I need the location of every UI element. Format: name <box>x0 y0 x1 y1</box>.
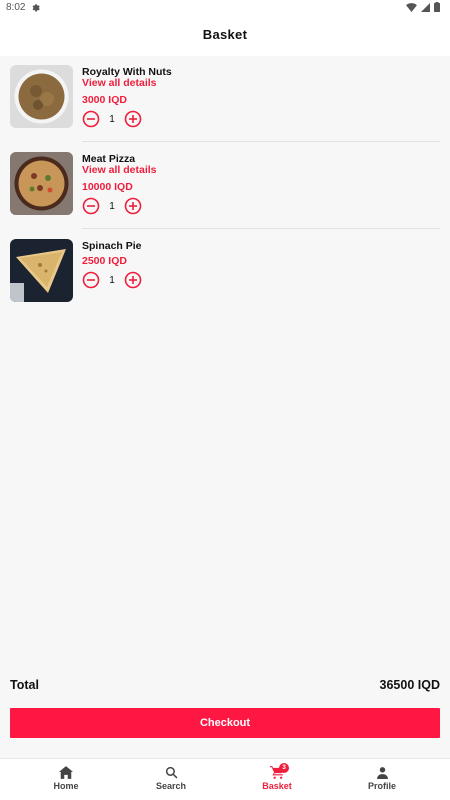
total-row: Total 36500 IQD <box>10 678 440 694</box>
basket-item: Royalty With Nuts View all details 3000 … <box>10 65 440 152</box>
total-label: Total <box>10 678 39 692</box>
search-icon <box>141 766 201 779</box>
quantity-stepper: 1 <box>82 197 142 215</box>
quantity-value: 1 <box>109 113 115 125</box>
divider <box>82 228 440 229</box>
nav-item-home[interactable]: Home <box>36 766 96 791</box>
quantity-value: 1 <box>109 274 115 286</box>
nav-label: Profile <box>367 781 396 791</box>
cart-badge: 3 <box>279 763 289 773</box>
status-time: 8:02 <box>6 2 26 13</box>
product-price: 2500 IQD <box>82 255 127 267</box>
nav-label: Search <box>155 781 187 791</box>
quantity-stepper: 1 <box>82 110 142 128</box>
quantity-stepper: 1 <box>82 271 142 289</box>
signal-icon <box>421 2 430 15</box>
home-icon <box>36 766 96 779</box>
person-icon <box>352 766 412 779</box>
basket-item: Spinach Pie 2500 IQD 1 <box>10 239 440 326</box>
nav-label: Basket <box>262 781 292 791</box>
product-image[interactable] <box>10 65 73 128</box>
view-details-link[interactable]: View all details <box>82 164 157 176</box>
battery-icon <box>434 2 440 15</box>
product-price: 3000 IQD <box>82 94 127 106</box>
product-image[interactable] <box>10 152 73 215</box>
cart-icon: 3 <box>247 763 307 779</box>
wifi-icon <box>406 2 417 15</box>
page-title: Basket <box>202 27 248 42</box>
plus-circle-icon[interactable] <box>124 110 142 128</box>
nav-item-basket[interactable]: 3 Basket <box>247 763 307 791</box>
nav-item-profile[interactable]: Profile <box>352 766 412 791</box>
divider <box>82 141 440 142</box>
minus-circle-icon[interactable] <box>82 271 100 289</box>
gear-icon <box>30 2 40 15</box>
nav-label: Home <box>53 781 79 791</box>
total-value: 36500 IQD <box>379 678 440 692</box>
nav-item-search[interactable]: Search <box>141 766 201 791</box>
view-details-link[interactable]: View all details <box>82 77 157 89</box>
status-bar: 8:02 <box>0 0 450 16</box>
product-image[interactable] <box>10 239 73 302</box>
bottom-nav: Home Search 3 Basket Profile <box>0 758 450 800</box>
basket-item: Meat Pizza View all details 10000 IQD 1 <box>10 152 440 239</box>
minus-circle-icon[interactable] <box>82 197 100 215</box>
quantity-value: 1 <box>109 200 115 212</box>
product-price: 10000 IQD <box>82 181 133 193</box>
checkout-button[interactable]: Checkout <box>10 708 440 738</box>
product-name: Spinach Pie <box>82 240 142 252</box>
minus-circle-icon[interactable] <box>82 110 100 128</box>
app-bar: Basket <box>0 16 450 56</box>
plus-circle-icon[interactable] <box>124 197 142 215</box>
plus-circle-icon[interactable] <box>124 271 142 289</box>
